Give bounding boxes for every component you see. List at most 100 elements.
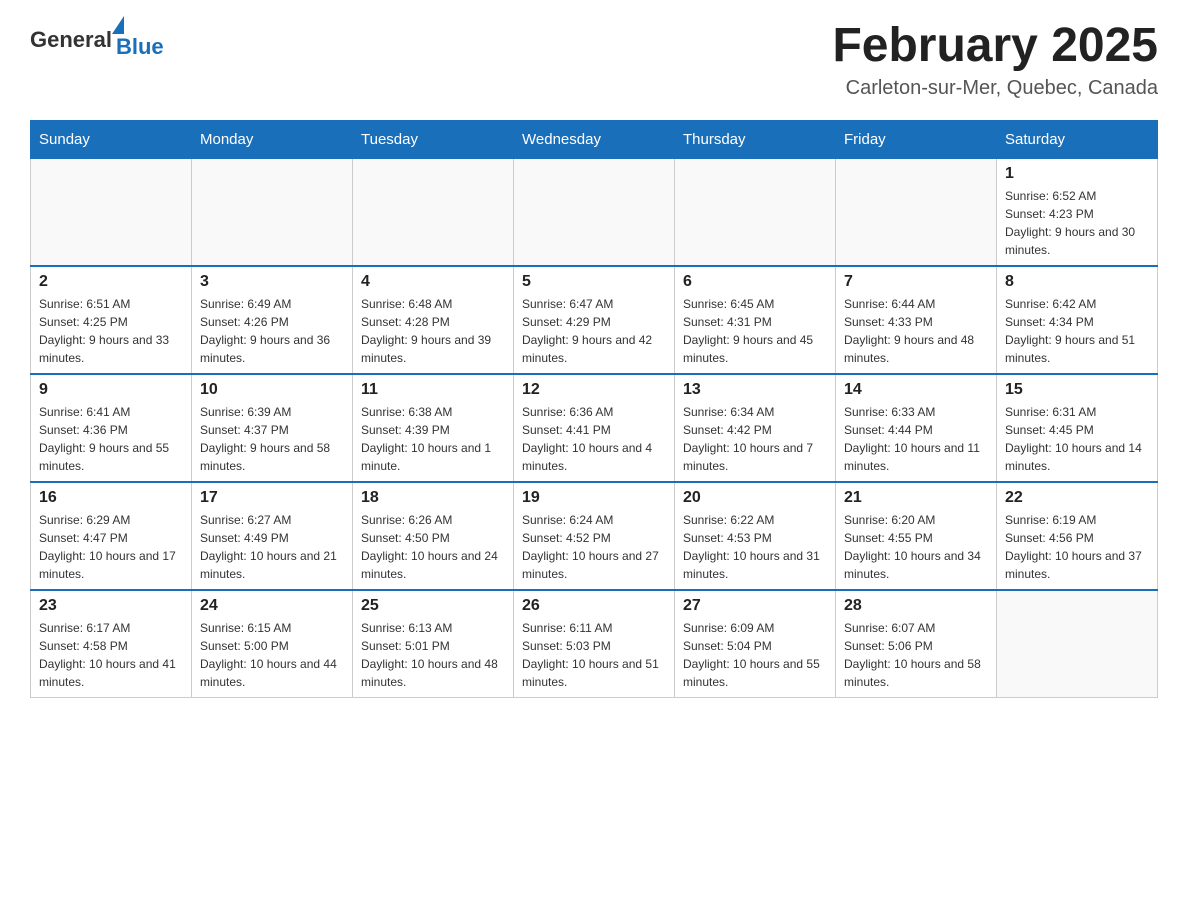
day-info: Sunrise: 6:48 AMSunset: 4:28 PMDaylight:…: [361, 295, 505, 367]
calendar-cell: 16 Sunrise: 6:29 AMSunset: 4:47 PMDayligh…: [31, 482, 192, 590]
day-number: 22: [1005, 489, 1149, 507]
calendar-cell: 11Sunrise: 6:38 AMSunset: 4:39 PMDayligh…: [353, 374, 514, 482]
calendar-cell: 17 Sunrise: 6:27 AMSunset: 4:49 PMDayligh…: [192, 482, 353, 590]
title-block: February 2025 Carleton-sur-Mer, Quebec, …: [832, 20, 1158, 100]
calendar-cell: 24Sunrise: 6:15 AMSunset: 5:00 PMDayligh…: [192, 590, 353, 698]
day-info: Sunrise: 6:24 AMSunset: 4:52 PMDaylight:…: [522, 511, 666, 583]
day-number: 13: [683, 381, 827, 399]
calendar-cell: 13Sunrise: 6:34 AMSunset: 4:42 PMDayligh…: [675, 374, 836, 482]
calendar-table: SundayMondayTuesdayWednesdayThursdayFrid…: [30, 120, 1158, 698]
logo-triangle-icon: [112, 16, 124, 34]
month-title: February 2025: [832, 20, 1158, 73]
day-info: Sunrise: 6:45 AMSunset: 4:31 PMDaylight:…: [683, 295, 827, 367]
calendar-week-row: 9 Sunrise: 6:41 AMSunset: 4:36 PMDaylight…: [31, 374, 1158, 482]
day-info: Sunrise: 6:49 AMSunset: 4:26 PMDaylight:…: [200, 295, 344, 367]
day-number: 5: [522, 273, 666, 291]
day-info: Sunrise: 6:47 AMSunset: 4:29 PMDaylight:…: [522, 295, 666, 367]
calendar-cell: 27Sunrise: 6:09 AMSunset: 5:04 PMDayligh…: [675, 590, 836, 698]
calendar-cell: 25Sunrise: 6:13 AMSunset: 5:01 PMDayligh…: [353, 590, 514, 698]
day-number: 26: [522, 597, 666, 615]
logo-text-general: General: [30, 27, 112, 53]
day-number: 1: [1005, 165, 1149, 183]
calendar-cell: 15Sunrise: 6:31 AMSunset: 4:45 PMDayligh…: [997, 374, 1158, 482]
day-info: Sunrise: 6:26 AMSunset: 4:50 PMDaylight:…: [361, 511, 505, 583]
day-number: 23: [39, 597, 183, 615]
day-info: Sunrise: 6:07 AMSunset: 5:06 PMDaylight:…: [844, 619, 988, 691]
calendar-week-row: 16 Sunrise: 6:29 AMSunset: 4:47 PMDayligh…: [31, 482, 1158, 590]
weekday-header-sunday: Sunday: [31, 120, 192, 158]
day-info: Sunrise: 6:11 AMSunset: 5:03 PMDaylight:…: [522, 619, 666, 691]
day-number: 6: [683, 273, 827, 291]
calendar-cell: 6 Sunrise: 6:45 AMSunset: 4:31 PMDaylight…: [675, 266, 836, 374]
day-info: Sunrise: 6:20 AMSunset: 4:55 PMDaylight:…: [844, 511, 988, 583]
location-subtitle: Carleton-sur-Mer, Quebec, Canada: [832, 77, 1158, 100]
calendar-cell: [353, 158, 514, 266]
day-number: 20: [683, 489, 827, 507]
day-number: 21: [844, 489, 988, 507]
day-number: 9: [39, 381, 183, 399]
day-info: Sunrise: 6:17 AMSunset: 4:58 PMDaylight:…: [39, 619, 183, 691]
calendar-week-row: 23 Sunrise: 6:17 AMSunset: 4:58 PMDayligh…: [31, 590, 1158, 698]
weekday-header-tuesday: Tuesday: [353, 120, 514, 158]
calendar-cell: 4 Sunrise: 6:48 AMSunset: 4:28 PMDaylight…: [353, 266, 514, 374]
calendar-cell: 21 Sunrise: 6:20 AMSunset: 4:55 PMDayligh…: [836, 482, 997, 590]
logo-text-blue: Blue: [116, 34, 164, 60]
calendar-cell: 19 Sunrise: 6:24 AMSunset: 4:52 PMDayligh…: [514, 482, 675, 590]
day-number: 27: [683, 597, 827, 615]
calendar-cell: 26 Sunrise: 6:11 AMSunset: 5:03 PMDayligh…: [514, 590, 675, 698]
day-info: Sunrise: 6:29 AMSunset: 4:47 PMDaylight:…: [39, 511, 183, 583]
day-number: 16: [39, 489, 183, 507]
day-info: Sunrise: 6:42 AMSunset: 4:34 PMDaylight:…: [1005, 295, 1149, 367]
day-number: 19: [522, 489, 666, 507]
day-info: Sunrise: 6:33 AMSunset: 4:44 PMDaylight:…: [844, 403, 988, 475]
page-header: General Blue February 2025 Carleton-sur-…: [30, 20, 1158, 100]
day-info: Sunrise: 6:15 AMSunset: 5:00 PMDaylight:…: [200, 619, 344, 691]
calendar-cell: [675, 158, 836, 266]
day-info: Sunrise: 6:41 AMSunset: 4:36 PMDaylight:…: [39, 403, 183, 475]
weekday-header-saturday: Saturday: [997, 120, 1158, 158]
calendar-cell: 3 Sunrise: 6:49 AMSunset: 4:26 PMDaylight…: [192, 266, 353, 374]
calendar-cell: 9 Sunrise: 6:41 AMSunset: 4:36 PMDaylight…: [31, 374, 192, 482]
day-number: 3: [200, 273, 344, 291]
day-info: Sunrise: 6:51 AMSunset: 4:25 PMDaylight:…: [39, 295, 183, 367]
calendar-cell: 8 Sunrise: 6:42 AMSunset: 4:34 PMDaylight…: [997, 266, 1158, 374]
day-info: Sunrise: 6:39 AMSunset: 4:37 PMDaylight:…: [200, 403, 344, 475]
day-number: 18: [361, 489, 505, 507]
calendar-cell: 5 Sunrise: 6:47 AMSunset: 4:29 PMDaylight…: [514, 266, 675, 374]
day-info: Sunrise: 6:13 AMSunset: 5:01 PMDaylight:…: [361, 619, 505, 691]
weekday-header-thursday: Thursday: [675, 120, 836, 158]
calendar-cell: 28 Sunrise: 6:07 AMSunset: 5:06 PMDayligh…: [836, 590, 997, 698]
calendar-cell: 22 Sunrise: 6:19 AMSunset: 4:56 PMDayligh…: [997, 482, 1158, 590]
day-number: 14: [844, 381, 988, 399]
weekday-header-friday: Friday: [836, 120, 997, 158]
weekday-header-monday: Monday: [192, 120, 353, 158]
calendar-cell: 18 Sunrise: 6:26 AMSunset: 4:50 PMDayligh…: [353, 482, 514, 590]
day-number: 12: [522, 381, 666, 399]
day-info: Sunrise: 6:19 AMSunset: 4:56 PMDaylight:…: [1005, 511, 1149, 583]
calendar-cell: [836, 158, 997, 266]
calendar-week-row: 2 Sunrise: 6:51 AMSunset: 4:25 PMDaylight…: [31, 266, 1158, 374]
day-number: 17: [200, 489, 344, 507]
calendar-cell: 23 Sunrise: 6:17 AMSunset: 4:58 PMDayligh…: [31, 590, 192, 698]
day-info: Sunrise: 6:38 AMSunset: 4:39 PMDaylight:…: [361, 403, 505, 475]
day-info: Sunrise: 6:31 AMSunset: 4:45 PMDaylight:…: [1005, 403, 1149, 475]
day-number: 10: [200, 381, 344, 399]
day-number: 28: [844, 597, 988, 615]
day-number: 8: [1005, 273, 1149, 291]
calendar-cell: [31, 158, 192, 266]
logo: General Blue: [30, 20, 164, 60]
calendar-cell: 10 Sunrise: 6:39 AMSunset: 4:37 PMDayligh…: [192, 374, 353, 482]
calendar-cell: 14 Sunrise: 6:33 AMSunset: 4:44 PMDayligh…: [836, 374, 997, 482]
day-info: Sunrise: 6:27 AMSunset: 4:49 PMDaylight:…: [200, 511, 344, 583]
calendar-cell: 2 Sunrise: 6:51 AMSunset: 4:25 PMDaylight…: [31, 266, 192, 374]
day-info: Sunrise: 6:44 AMSunset: 4:33 PMDaylight:…: [844, 295, 988, 367]
day-number: 2: [39, 273, 183, 291]
calendar-cell: 12 Sunrise: 6:36 AMSunset: 4:41 PMDayligh…: [514, 374, 675, 482]
weekday-header-wednesday: Wednesday: [514, 120, 675, 158]
day-info: Sunrise: 6:52 AMSunset: 4:23 PMDaylight:…: [1005, 187, 1149, 259]
day-number: 4: [361, 273, 505, 291]
day-number: 7: [844, 273, 988, 291]
day-info: Sunrise: 6:22 AMSunset: 4:53 PMDaylight:…: [683, 511, 827, 583]
calendar-cell: [997, 590, 1158, 698]
day-info: Sunrise: 6:36 AMSunset: 4:41 PMDaylight:…: [522, 403, 666, 475]
